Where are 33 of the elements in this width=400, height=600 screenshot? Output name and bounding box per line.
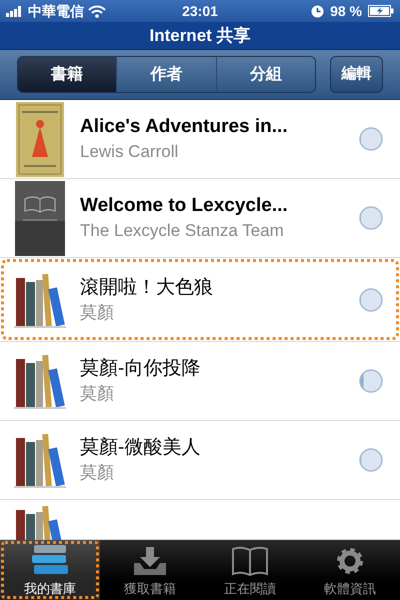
book-title: 莫顏-向你投降 bbox=[80, 356, 202, 381]
wifi-icon bbox=[88, 4, 106, 18]
book-author: Lewis Carroll bbox=[80, 141, 180, 164]
battery-icon bbox=[368, 5, 394, 17]
reading-progress-meter bbox=[359, 448, 383, 472]
reading-progress-meter bbox=[359, 127, 383, 152]
reading-progress-meter bbox=[359, 368, 383, 393]
book-author: 莫顏 bbox=[80, 382, 115, 405]
book-author: 莫顏 bbox=[80, 302, 115, 324]
battery-percent: 98 % bbox=[330, 2, 362, 20]
book-title: 滾開啦！大色狼 bbox=[80, 276, 214, 300]
book-author: 莫顏 bbox=[80, 462, 115, 484]
carrier-name: 中華電信 bbox=[28, 2, 84, 20]
segment-tab[interactable]: 作者 bbox=[116, 57, 216, 92]
tab-bar-item[interactable]: 獲取書籍 bbox=[100, 540, 200, 600]
book-title: 莫顏-微酸美人 bbox=[80, 436, 202, 460]
tab-bar-item[interactable]: 正在閱讀 bbox=[200, 540, 300, 600]
download-icon bbox=[132, 544, 168, 576]
signal-icon bbox=[6, 5, 24, 17]
tab-bar-item[interactable]: 軟體資訊 bbox=[300, 540, 400, 600]
book-author: The Lexcycle Stanza Team bbox=[80, 220, 285, 242]
reading-progress-meter bbox=[359, 206, 383, 230]
book-title: Welcome to Lexcycle... bbox=[80, 194, 289, 218]
open-book-icon bbox=[231, 544, 269, 576]
segment-tab[interactable]: 書籍 bbox=[18, 57, 116, 92]
tab-bar-item[interactable]: 我的書庫 bbox=[0, 540, 100, 600]
segment-tab[interactable]: 分組 bbox=[216, 57, 316, 92]
clock-icon bbox=[311, 4, 324, 18]
reading-progress-meter bbox=[359, 288, 383, 312]
book-title: Alice's Adventures in... bbox=[80, 115, 289, 140]
status-time: 23:01 bbox=[182, 2, 218, 20]
nav-title: Internet 共享 bbox=[149, 24, 251, 47]
edit-button[interactable]: 編輯 bbox=[330, 56, 383, 93]
